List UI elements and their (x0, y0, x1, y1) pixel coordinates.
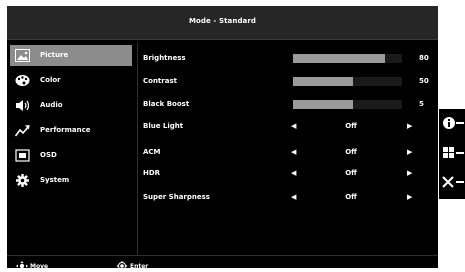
brightness-slider[interactable] (293, 54, 402, 63)
hdr-row[interactable]: HDR ◀ Off ▶ (143, 169, 443, 183)
hotkey-bar (439, 109, 465, 199)
sidebar-item-label: Performance (40, 126, 91, 134)
picture-icon (15, 49, 30, 62)
brightness-value: 80 (419, 54, 429, 62)
footer-divider (7, 255, 438, 256)
hdr-label: HDR (143, 169, 161, 177)
sidebar-item-label: OSD (40, 151, 57, 159)
sidebar-item-audio[interactable]: Audio (10, 95, 132, 116)
contrast-slider[interactable] (293, 77, 402, 86)
footer-move-hint: Move (15, 261, 48, 271)
sidebar-item-system[interactable]: System (10, 170, 132, 191)
super-sharpness-value: Off (345, 193, 357, 201)
osd-icon (15, 149, 30, 162)
footer-enter-hint: Enter (115, 261, 148, 271)
blue-light-value: Off (345, 122, 357, 130)
brightness-label: Brightness (143, 54, 186, 62)
blue-light-label: Blue Light (143, 122, 184, 130)
grid-menu-icon[interactable] (442, 146, 464, 160)
sidebar-item-label: Color (40, 76, 61, 84)
hdr-value: Off (345, 169, 357, 177)
joystick-enter-icon (116, 261, 128, 271)
sidebar-item-osd[interactable]: OSD (10, 145, 132, 166)
arrow-left-icon[interactable]: ◀ (291, 122, 296, 130)
brightness-row[interactable]: Brightness 80 (143, 54, 443, 68)
footer-move-label: Move (30, 262, 49, 270)
sidebar-item-picture[interactable]: Picture (10, 45, 132, 66)
black-boost-slider[interactable] (293, 100, 402, 109)
sidebar-item-label: System (40, 176, 70, 184)
arrow-left-icon[interactable]: ◀ (291, 148, 296, 156)
black-boost-value: 5 (419, 100, 424, 108)
brightness-slider-fill (293, 54, 385, 63)
divider (137, 42, 138, 255)
performance-icon (15, 125, 30, 137)
close-icon[interactable] (442, 175, 464, 189)
contrast-row[interactable]: Contrast 50 (143, 77, 443, 91)
footer-enter-label: Enter (130, 262, 149, 270)
super-sharpness-row[interactable]: Super Sharpness ◀ Off ▶ (143, 193, 443, 207)
blue-light-row[interactable]: Blue Light ◀ Off ▶ (143, 122, 443, 136)
arrow-left-icon[interactable]: ◀ (291, 169, 296, 177)
arrow-right-icon[interactable]: ▶ (407, 169, 412, 177)
gear-icon (16, 174, 29, 187)
arrow-right-icon[interactable]: ▶ (407, 148, 412, 156)
sidebar: Picture Color Audio Performance OSD Syst… (10, 45, 132, 195)
super-sharpness-label: Super Sharpness (143, 193, 210, 201)
acm-row[interactable]: ACM ◀ Off ▶ (143, 148, 443, 162)
sidebar-item-label: Audio (40, 101, 63, 109)
sidebar-item-performance[interactable]: Performance (10, 120, 132, 141)
black-boost-label: Black Boost (143, 100, 190, 108)
info-icon[interactable] (442, 116, 464, 130)
page-title: Mode - Standard (188, 17, 257, 25)
osd-panel: Mode - Standard Picture Color Audio Perf… (7, 6, 438, 271)
joystick-move-icon (16, 261, 28, 271)
speaker-icon (16, 100, 30, 111)
contrast-slider-fill (293, 77, 353, 86)
arrow-right-icon[interactable]: ▶ (407, 193, 412, 201)
contrast-value: 50 (419, 77, 429, 85)
contrast-label: Contrast (143, 77, 177, 85)
acm-label: ACM (143, 148, 161, 156)
arrow-left-icon[interactable]: ◀ (291, 193, 296, 201)
osd-header: Mode - Standard (7, 6, 438, 40)
palette-icon (15, 75, 30, 86)
sidebar-item-color[interactable]: Color (10, 70, 132, 91)
arrow-right-icon[interactable]: ▶ (407, 122, 412, 130)
sidebar-item-label: Picture (40, 51, 69, 59)
black-boost-slider-fill (293, 100, 353, 109)
black-boost-row[interactable]: Black Boost 5 (143, 100, 443, 114)
acm-value: Off (345, 148, 357, 156)
